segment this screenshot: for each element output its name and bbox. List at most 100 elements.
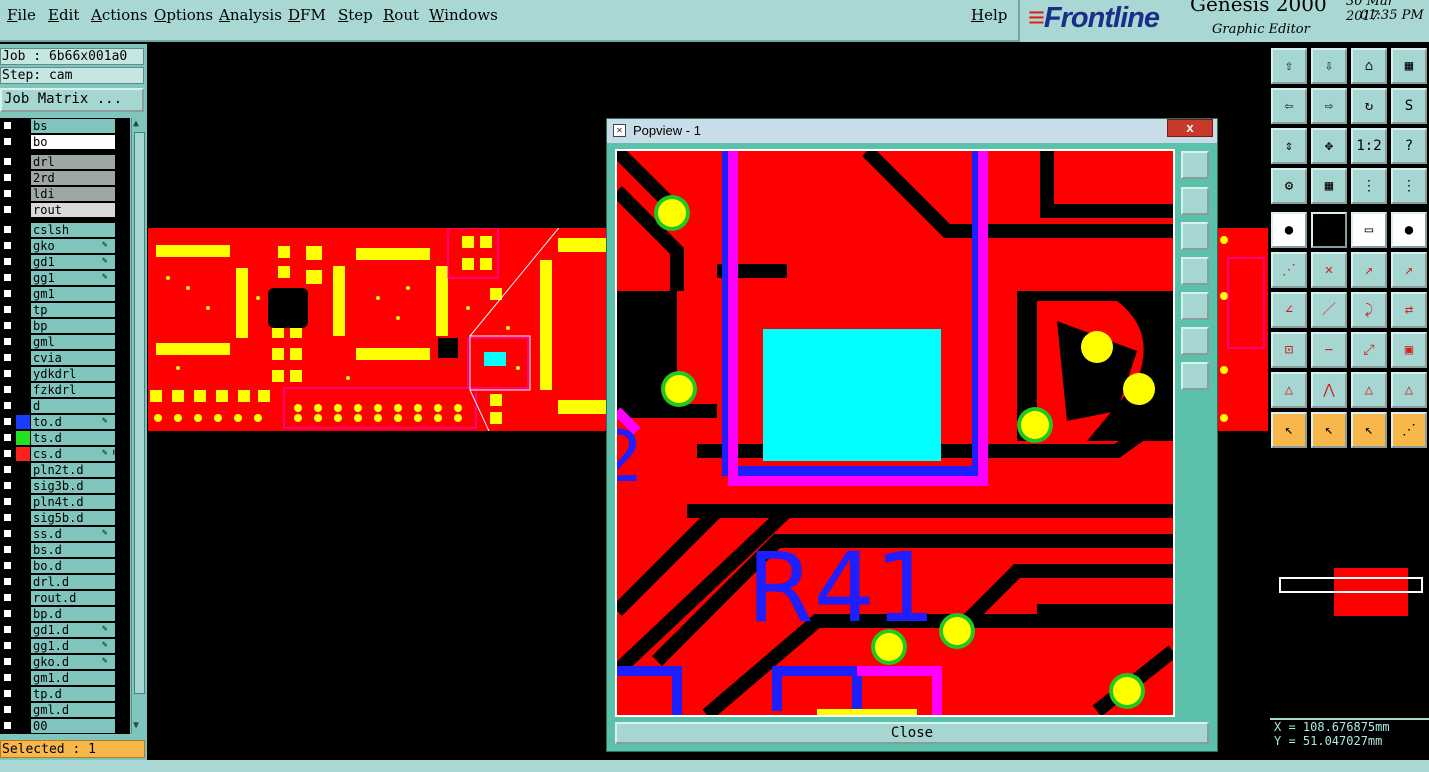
menu-help[interactable]: Help [971, 6, 1007, 24]
layer-name[interactable]: pln4t.d [31, 495, 115, 509]
layer-row[interactable]: cs.d ✎ ⊞ [0, 446, 130, 462]
layer-row[interactable]: gml [0, 334, 130, 350]
layer-checkbox[interactable] [3, 545, 12, 554]
layer-row[interactable]: gml.d [0, 702, 130, 718]
layer-checkbox[interactable] [3, 641, 12, 650]
layer-name[interactable]: tp [31, 303, 115, 317]
layer-name[interactable]: 2rd [31, 171, 115, 185]
close-button[interactable]: Close [615, 722, 1209, 744]
layer-row[interactable]: drl [0, 154, 130, 170]
layer-row[interactable]: gko ✎ [0, 238, 130, 254]
layer-checkbox[interactable] [3, 305, 12, 314]
move-point-alt-icon[interactable]: ↗ [1391, 252, 1427, 288]
layer-checkbox[interactable] [3, 593, 12, 602]
layer-checkbox[interactable] [3, 257, 12, 266]
menu-actions[interactable]: Actions [91, 6, 147, 24]
layer-name[interactable]: fzkdrl [31, 383, 115, 397]
pointer-node-icon[interactable]: ⋰ [1391, 412, 1427, 448]
layer-name[interactable]: bo [31, 135, 115, 149]
layer-name[interactable]: bp.d [31, 607, 115, 621]
zoom-in-icon[interactable] [1181, 362, 1209, 390]
pan-right-icon[interactable] [1181, 292, 1209, 320]
minus-icon[interactable]: − [1311, 332, 1347, 368]
layer-row[interactable]: ldi [0, 186, 130, 202]
layer-row[interactable]: gko.d ✎ [0, 654, 130, 670]
array-icon[interactable]: ▣ [1391, 332, 1427, 368]
zoom-home-icon[interactable] [1181, 151, 1209, 179]
layer-checkbox[interactable] [3, 433, 12, 442]
help-icon[interactable]: ? [1391, 128, 1427, 164]
layer-row[interactable]: bp [0, 318, 130, 334]
layer-color-swatch[interactable] [16, 431, 30, 445]
layer-row[interactable]: gm1.d [0, 670, 130, 686]
layer-row[interactable]: gm1 [0, 286, 130, 302]
layer-name[interactable]: drl.d [31, 575, 115, 589]
house-icon[interactable]: ⌂ [1351, 48, 1387, 84]
layer-checkbox[interactable] [3, 449, 12, 458]
layer-checkbox[interactable] [3, 513, 12, 522]
arc-icon[interactable]: ⤸ [1351, 292, 1387, 328]
mini-map[interactable] [1270, 566, 1428, 618]
pan-down-icon[interactable] [1181, 222, 1209, 250]
layer-name[interactable]: 00 [31, 719, 115, 733]
layer-name[interactable]: drl [31, 155, 115, 169]
zoom-fit-icon[interactable] [1181, 327, 1209, 355]
layer-checkbox[interactable] [3, 465, 12, 474]
triangle-icon[interactable]: △ [1271, 372, 1307, 408]
measure-icon[interactable]: ⚙ [1271, 168, 1307, 204]
pointer-box-icon[interactable]: ↖ [1311, 412, 1347, 448]
layer-name[interactable]: gml.d [31, 703, 115, 717]
line-icon[interactable]: ∠ [1271, 292, 1307, 328]
layer-row[interactable]: 00 [0, 718, 130, 734]
layer-scrollbar[interactable]: ▲ ▼ [131, 118, 146, 734]
pan-left-icon[interactable] [1181, 257, 1209, 285]
menu-windows[interactable]: Windows [429, 6, 498, 24]
layer-checkbox[interactable] [3, 385, 12, 394]
close-icon[interactable]: x [1167, 119, 1213, 137]
layer-checkbox[interactable] [3, 137, 12, 146]
layer-row[interactable]: bo [0, 134, 130, 150]
layer-checkbox[interactable] [3, 289, 12, 298]
s-curve-icon[interactable]: S [1391, 88, 1427, 124]
layer-row[interactable]: sig3b.d [0, 478, 130, 494]
layers-blue-icon[interactable]: ⋮ [1391, 168, 1427, 204]
layer-name[interactable]: cslsh [31, 223, 115, 237]
layer-name[interactable]: bo.d [31, 559, 115, 573]
triangle-a-icon[interactable]: ⋀ [1311, 372, 1347, 408]
pcb-overview[interactable] [148, 228, 608, 431]
layer-row[interactable]: rout [0, 202, 130, 218]
scroll-down-icon[interactable]: ▼ [133, 720, 139, 731]
layer-row[interactable]: ss.d ✎ [0, 526, 130, 542]
pointer-icon[interactable]: ↖ [1271, 412, 1307, 448]
layer-color-swatch[interactable] [16, 415, 30, 429]
layer-checkbox[interactable] [3, 157, 12, 166]
layer-row[interactable]: tp [0, 302, 130, 318]
slash-icon[interactable]: ／ [1311, 292, 1347, 328]
layer-checkbox[interactable] [3, 337, 12, 346]
layer-checkbox[interactable] [3, 225, 12, 234]
layer-checkbox[interactable] [3, 705, 12, 714]
move-point-icon[interactable]: ↗ [1351, 252, 1387, 288]
layer-checkbox[interactable] [3, 401, 12, 410]
connect-icon[interactable]: ⋰ [1271, 252, 1307, 288]
popview-canvas[interactable]: R41 2 [615, 149, 1175, 717]
fit-icon[interactable]: ⇕ [1271, 128, 1307, 164]
scroll-thumb[interactable] [134, 132, 145, 694]
layer-checkbox[interactable] [3, 609, 12, 618]
layer-name[interactable]: sig5b.d [31, 511, 115, 525]
layer-name[interactable]: cvia [31, 351, 115, 365]
layer-checkbox[interactable] [3, 481, 12, 490]
layer-color-swatch[interactable] [16, 447, 30, 461]
layer-name[interactable]: bp [31, 319, 115, 333]
menu-file[interactable]: File [7, 6, 36, 24]
grid-icon[interactable]: ▦ [1311, 168, 1347, 204]
layer-row[interactable]: bo.d [0, 558, 130, 574]
layer-row[interactable]: to.d ✎ [0, 414, 130, 430]
layer-checkbox[interactable] [3, 497, 12, 506]
layer-name[interactable]: bs [31, 119, 115, 133]
layer-name[interactable]: ydkdrl [31, 367, 115, 381]
layer-checkbox[interactable] [3, 273, 12, 282]
layer-row[interactable]: rout.d [0, 590, 130, 606]
layer-checkbox[interactable] [3, 369, 12, 378]
layer-name[interactable]: tp.d [31, 687, 115, 701]
